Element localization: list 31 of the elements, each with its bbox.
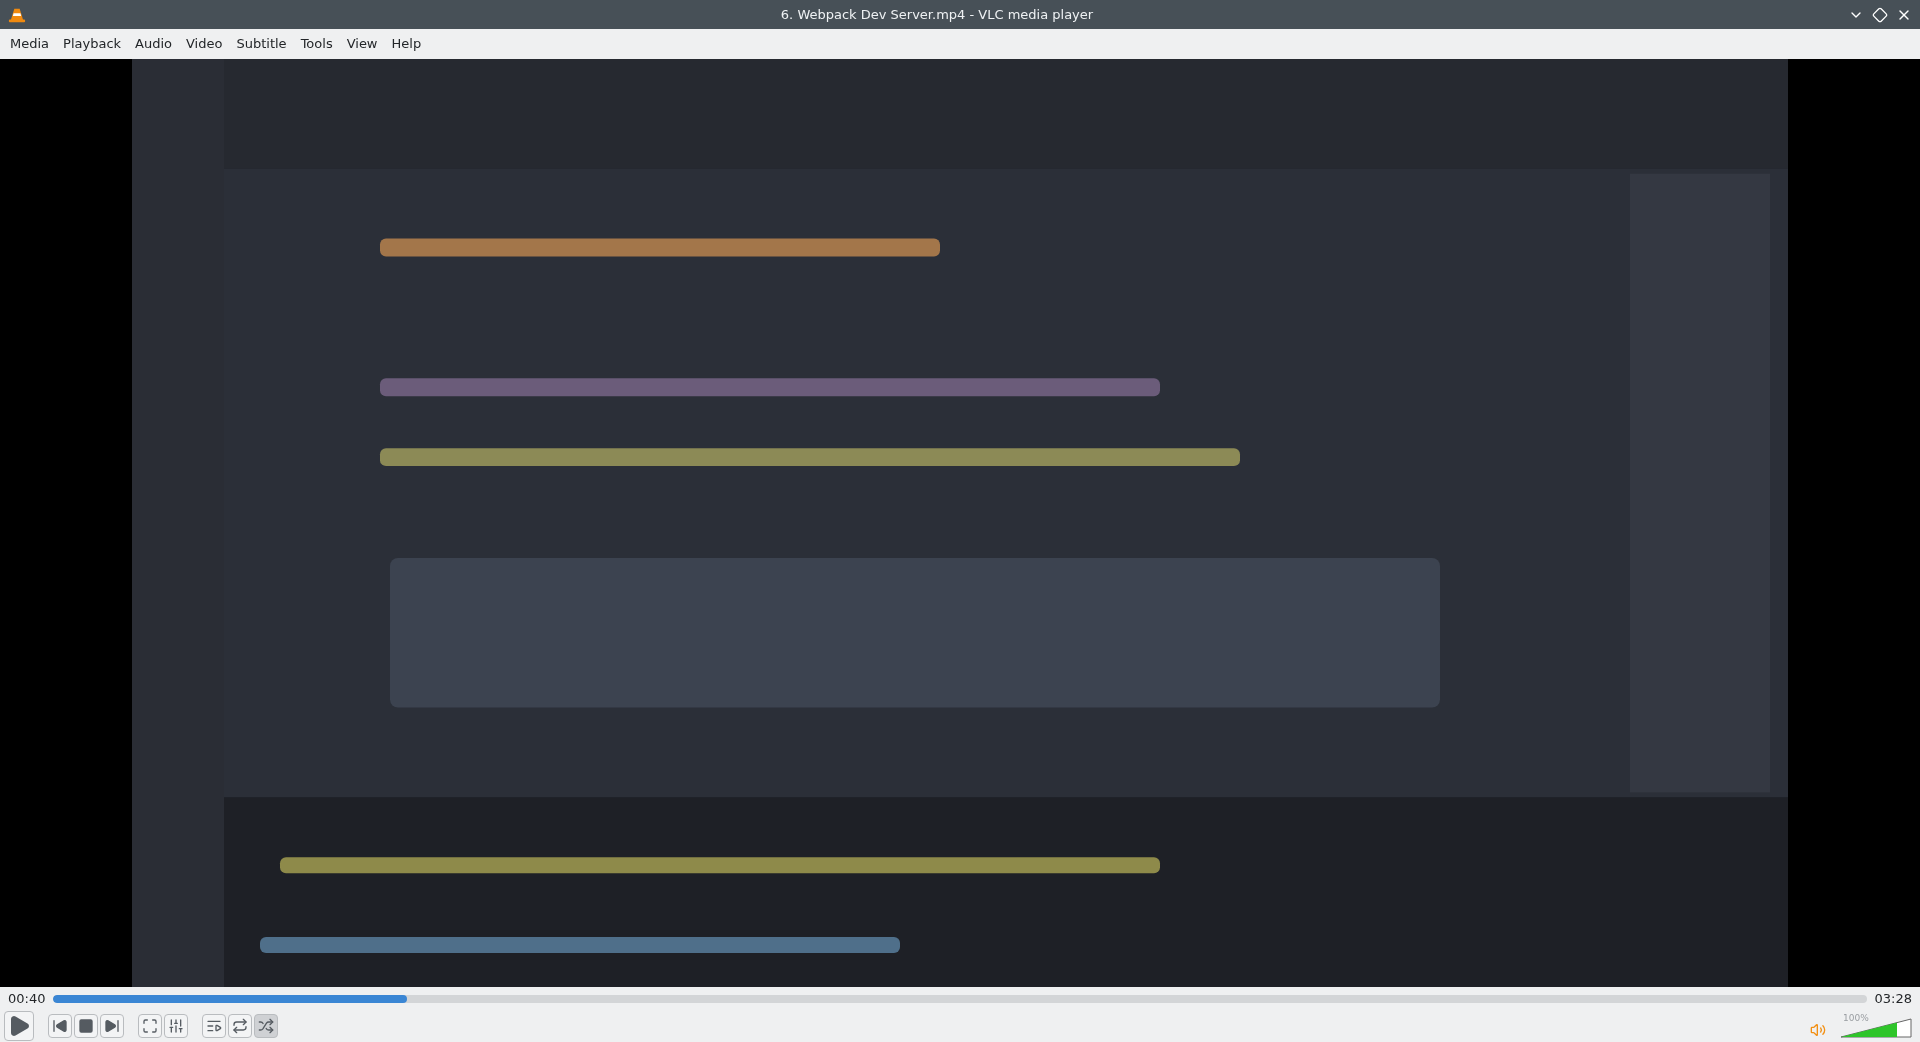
next-icon xyxy=(104,1018,120,1034)
fullscreen-icon xyxy=(142,1018,158,1034)
play-button[interactable] xyxy=(4,1011,34,1041)
random-button[interactable] xyxy=(254,1014,278,1038)
menu-item[interactable]: Help xyxy=(384,34,429,54)
playlist-button[interactable] xyxy=(202,1014,226,1038)
previous-button[interactable] xyxy=(48,1014,72,1038)
next-button[interactable] xyxy=(100,1014,124,1038)
window-title: 6. Webpack Dev Server.mp4 - VLC media player xyxy=(779,5,1095,24)
sliders-icon xyxy=(168,1018,184,1034)
volume-reading: 100% xyxy=(1843,1012,1869,1025)
maximize-icon[interactable] xyxy=(1872,6,1888,23)
menu-item[interactable]: Subtitle xyxy=(229,34,294,54)
menu-item[interactable]: Video xyxy=(179,34,230,54)
elapsed-time: 00:40 xyxy=(8,989,46,1008)
stop-icon xyxy=(78,1018,94,1034)
playlist-icon xyxy=(206,1018,222,1034)
menu-item[interactable]: Tools xyxy=(293,34,340,54)
fullscreen-button[interactable] xyxy=(138,1014,162,1038)
loop-button[interactable] xyxy=(228,1014,252,1038)
menu-item[interactable]: View xyxy=(339,34,385,54)
menu-item[interactable]: Media xyxy=(3,34,57,54)
settings-button[interactable] xyxy=(164,1014,188,1038)
shuffle-icon xyxy=(258,1018,274,1034)
seek-bar[interactable] xyxy=(53,994,1867,1003)
menu-item[interactable]: Playback xyxy=(56,34,129,54)
stop-button[interactable] xyxy=(74,1014,98,1038)
total-time: 03:28 xyxy=(1874,989,1912,1008)
menu-item[interactable]: Audio xyxy=(128,34,179,54)
loop-icon xyxy=(232,1018,248,1034)
previous-icon xyxy=(52,1018,68,1034)
